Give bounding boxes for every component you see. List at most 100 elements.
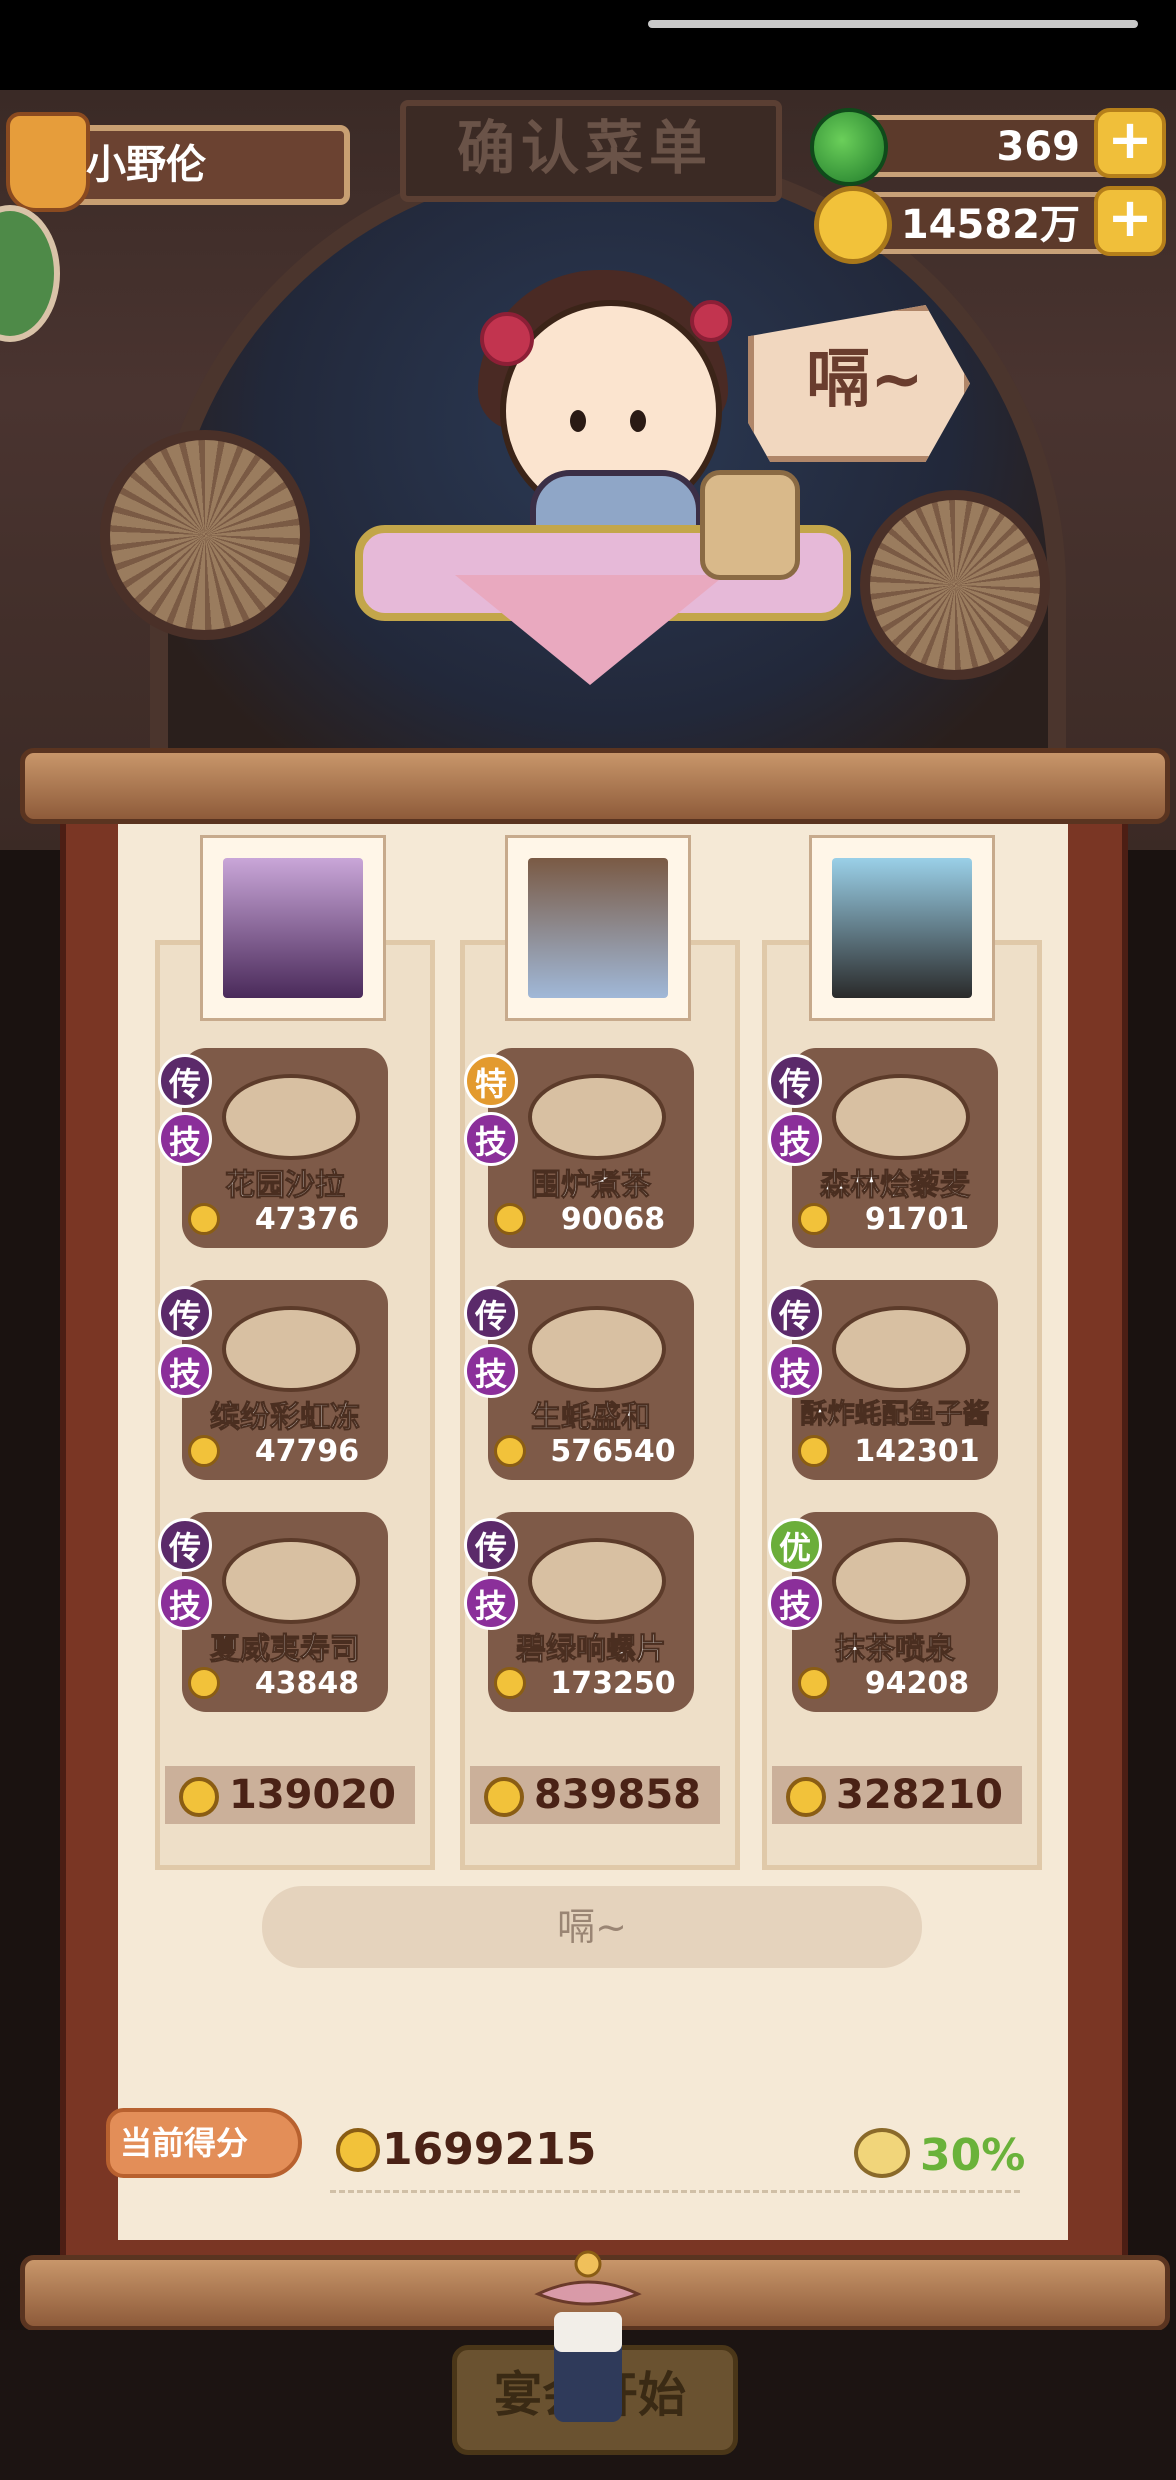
status-bar (0, 0, 1176, 90)
dish-card[interactable]: 生蚝盛和 576540 (488, 1280, 694, 1480)
column-total-value: 328210 (836, 1772, 1003, 1818)
grade-badge: 传 (464, 1286, 518, 1340)
coin-amount: 14582万 (900, 202, 1080, 248)
coin-icon (188, 1435, 220, 1467)
hum-button-label: 嗝~ (557, 1905, 627, 1949)
dish-card[interactable]: 夏威夷寿司 43848 (182, 1512, 388, 1712)
grade-badge: 传 (464, 1518, 518, 1572)
dish-price: 142301 (854, 1434, 980, 1469)
dish-price-row: 173250 (494, 1664, 688, 1704)
skill-badge: 技 (158, 1112, 212, 1166)
add-jade-button[interactable]: + (1094, 108, 1166, 178)
dish-name: 碧绿响螺片 (516, 1632, 667, 1668)
coin-icon (494, 1435, 526, 1467)
coin-icon (484, 1777, 524, 1817)
dish-price-row: 43848 (188, 1664, 382, 1704)
dish-name: 围炉煮茶 (531, 1168, 652, 1204)
dish-card[interactable]: 酥炸蚝配鱼子酱 142301 (792, 1280, 998, 1480)
hair-flower-icon (690, 300, 732, 342)
guest-avatar (223, 858, 363, 998)
dish-name: 夏威夷寿司 (210, 1632, 361, 1668)
player-avatar[interactable] (6, 112, 90, 212)
bowl-stack-icon (700, 470, 800, 580)
skill-badge: 技 (768, 1344, 822, 1398)
guest-portrait[interactable] (508, 838, 688, 1018)
dish-image (222, 1538, 360, 1624)
guest-portrait[interactable] (812, 838, 992, 1018)
coin-icon (494, 1203, 526, 1235)
skill-badge: 技 (768, 1112, 822, 1166)
current-score-label: 当前得分 (120, 2124, 249, 2162)
dish-image (832, 1074, 970, 1160)
fan-right-decoration (860, 490, 1050, 680)
menu-sign-title: 确认菜单 (456, 114, 713, 182)
dish-name: 森林烩藜麦 (820, 1168, 971, 1204)
coin-icon (786, 1777, 826, 1817)
chef-speech-text: 嗝~ (806, 343, 924, 417)
fan-left-decoration (100, 430, 310, 640)
dish-price: 47796 (254, 1434, 360, 1469)
column-total: 328210 (772, 1766, 1022, 1824)
column-total: 839858 (470, 1766, 720, 1824)
hair-flower-icon (480, 312, 534, 366)
dish-card[interactable]: 抹茶喷泉 94208 (792, 1512, 998, 1712)
dish-name: 酥炸蚝配鱼子酱 (800, 1399, 990, 1431)
grade-badge: 传 (768, 1286, 822, 1340)
grade-badge: 传 (158, 1054, 212, 1108)
dish-price: 90068 (560, 1202, 666, 1237)
dish-image (832, 1538, 970, 1624)
jade-amount: 369 (996, 124, 1081, 170)
dish-card[interactable]: 围炉煮茶 90068 (488, 1048, 694, 1248)
dish-price-row: 142301 (798, 1432, 992, 1472)
bonus-bag-icon (854, 2128, 910, 2178)
dish-image (528, 1306, 666, 1392)
skill-badge: 技 (158, 1576, 212, 1630)
guest-avatar (832, 858, 972, 998)
guest-avatar (528, 858, 668, 998)
dish-name: 缤纷彩虹冻 (210, 1400, 361, 1436)
grade-badge: 传 (768, 1054, 822, 1108)
grade-badge: 传 (158, 1286, 212, 1340)
coin-icon (494, 1667, 526, 1699)
dish-image (832, 1306, 970, 1392)
dish-price-row: 94208 (798, 1664, 992, 1704)
dish-price: 43848 (254, 1666, 360, 1701)
dish-price: 47376 (254, 1202, 360, 1237)
coin-icon (188, 1203, 220, 1235)
column-total-value: 839858 (534, 1772, 701, 1818)
column-total-value: 139020 (229, 1772, 396, 1818)
dish-price-row: 47796 (188, 1432, 382, 1472)
scroll-rod-top (20, 748, 1170, 824)
coin-icon (179, 1777, 219, 1817)
dish-image (528, 1538, 666, 1624)
bonus-percent: 30% (920, 2130, 1026, 2181)
dish-price: 576540 (550, 1434, 676, 1469)
dish-name: 生蚝盛和 (531, 1400, 652, 1436)
dish-name: 花园沙拉 (225, 1168, 346, 1204)
coin-icon (798, 1667, 830, 1699)
chef-eye-left (570, 410, 586, 432)
column-total: 139020 (165, 1766, 415, 1824)
grade-badge: 特 (464, 1054, 518, 1108)
dish-card[interactable]: 森林烩藜麦 91701 (792, 1048, 998, 1248)
dish-price-row: 47376 (188, 1200, 382, 1240)
coin-icon (798, 1435, 830, 1467)
guest-portrait[interactable] (203, 838, 383, 1018)
coin-icon (798, 1203, 830, 1235)
dish-price: 94208 (864, 1666, 970, 1701)
dish-price: 91701 (864, 1202, 970, 1237)
dish-image (222, 1074, 360, 1160)
add-coin-button[interactable]: + (1094, 186, 1166, 256)
dish-card[interactable]: 缤纷彩虹冻 47796 (182, 1280, 388, 1480)
divider (330, 2190, 1020, 2193)
grade-badge: 传 (158, 1518, 212, 1572)
dish-image (222, 1306, 360, 1392)
coin-icon (336, 2128, 380, 2172)
coin-icon (188, 1667, 220, 1699)
chef-eye-right (630, 410, 646, 432)
dish-card[interactable]: 碧绿响螺片 173250 (488, 1512, 694, 1712)
dish-price-row: 90068 (494, 1200, 688, 1240)
grade-badge: 优 (768, 1518, 822, 1572)
dish-price-row: 576540 (494, 1432, 688, 1472)
dish-card[interactable]: 花园沙拉 47376 (182, 1048, 388, 1248)
